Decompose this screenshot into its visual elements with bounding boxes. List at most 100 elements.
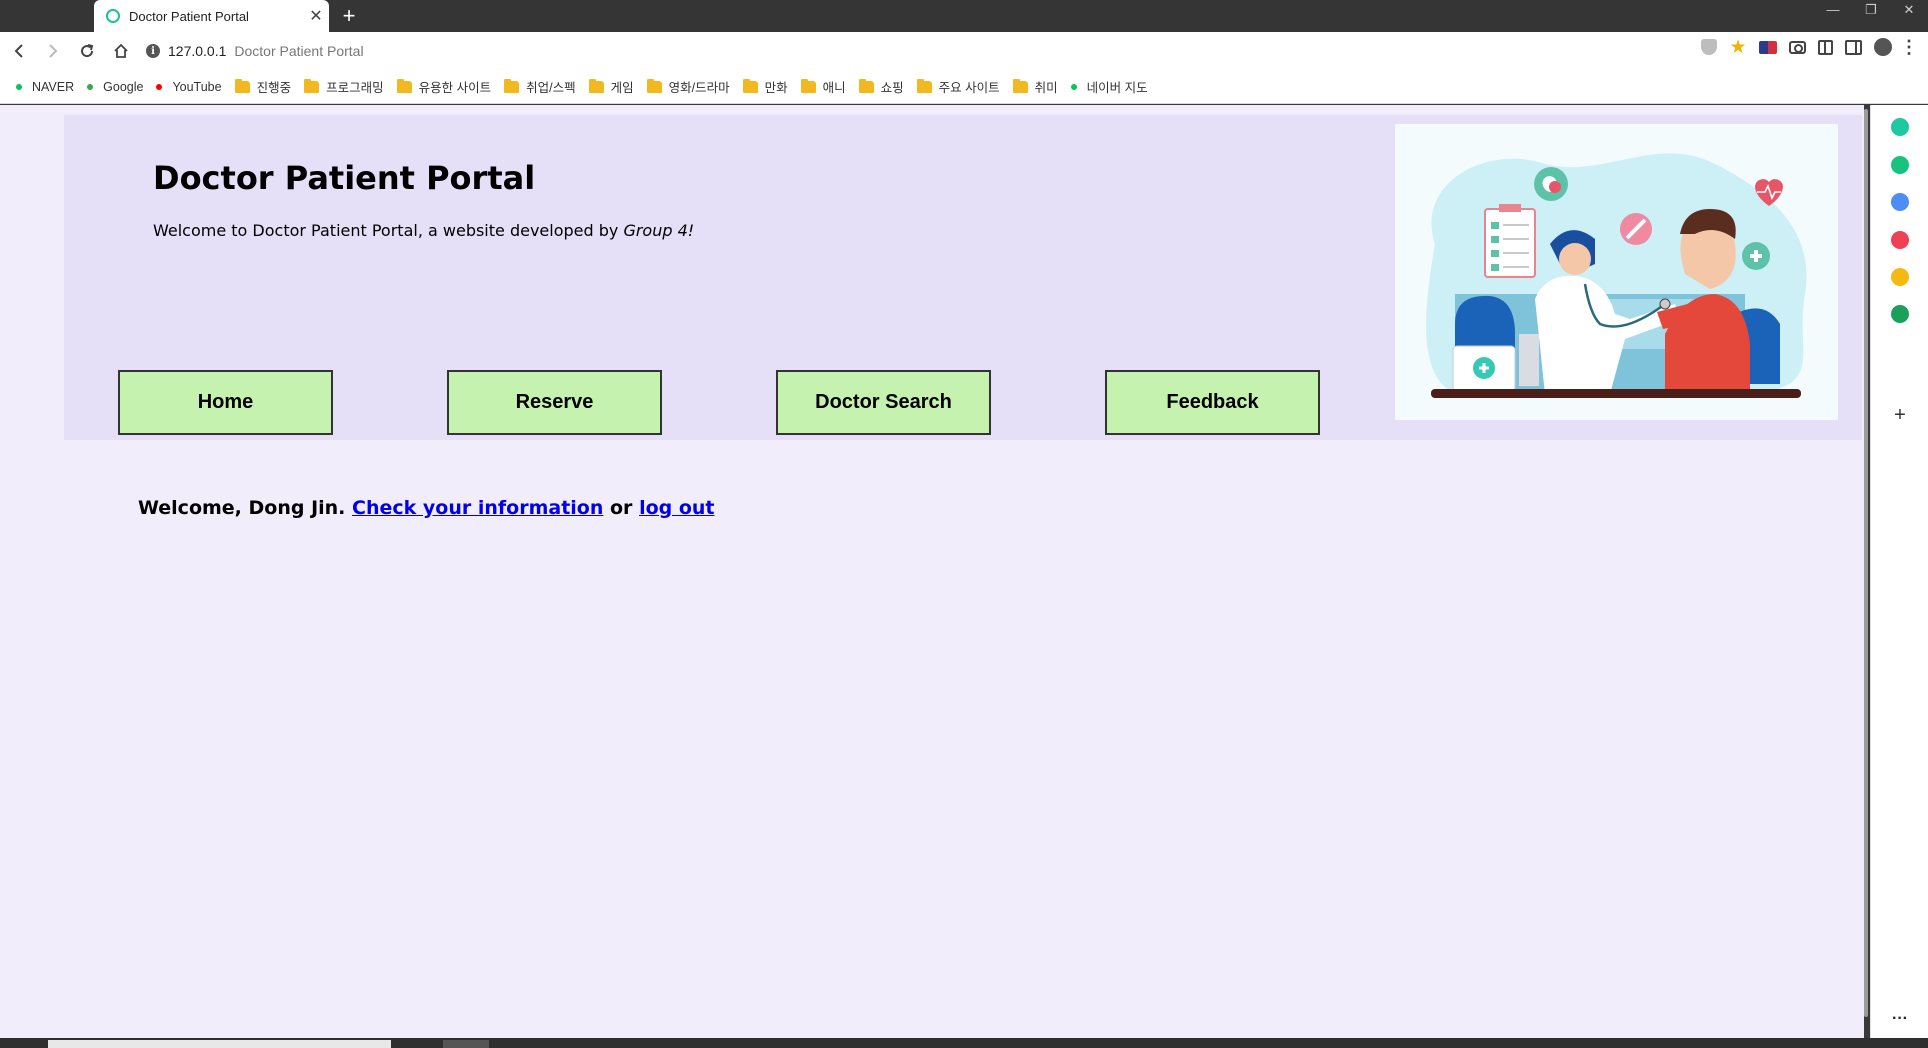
taskbar-app-2[interactable] bbox=[443, 1040, 489, 1048]
site-favicon-icon bbox=[156, 83, 163, 90]
bookmark-label: YouTube bbox=[172, 79, 222, 94]
check-information-link[interactable]: Check your information bbox=[352, 497, 603, 519]
folder-icon bbox=[742, 78, 758, 93]
welcome-message: Welcome, Dong Jin. Check your informatio… bbox=[138, 497, 715, 519]
chat-app-icon[interactable] bbox=[1891, 156, 1909, 174]
bookmarks-bar: NAVER Google YouTube 진행중 프로그래밍 유용한 사이트 취업/스펙 게임… bbox=[0, 70, 1928, 104]
bookmark-label: 네이버 지도 bbox=[1086, 81, 1148, 95]
subtitle-group: Group 4! bbox=[623, 221, 695, 240]
browser-toolbar: i 127.0.0.1 Doctor Patient Portal ★ ⋮ bbox=[0, 32, 1928, 70]
page-scrollbar[interactable] bbox=[1862, 105, 1870, 1023]
bookmark-label: 취업/스펙 bbox=[526, 81, 576, 95]
bookmark-folder[interactable]: 진행중 bbox=[234, 77, 292, 96]
bookmark-label: 진행중 bbox=[256, 81, 292, 95]
folder-icon bbox=[234, 78, 250, 93]
url-host: 127.0.0.1 bbox=[168, 43, 227, 59]
bookmark-label: 취미 bbox=[1034, 81, 1058, 95]
site-favicon-icon bbox=[1070, 83, 1077, 90]
bookmark-label: 유용한 사이트 bbox=[418, 81, 492, 95]
favorites-app-icon[interactable] bbox=[1891, 268, 1909, 286]
naver-app-icon[interactable] bbox=[1891, 118, 1909, 136]
taskbar bbox=[0, 1038, 1928, 1048]
tab-strip: Doctor Patient Portal ✕ + — ❐ ✕ bbox=[0, 0, 1928, 32]
extension-icons: ★ ⋮ bbox=[1701, 37, 1918, 58]
reserve-button[interactable]: Reserve bbox=[447, 370, 662, 435]
close-window-icon[interactable]: ✕ bbox=[1900, 2, 1918, 18]
home-button[interactable]: Home bbox=[118, 370, 333, 435]
bookmark-label: Google bbox=[103, 79, 144, 94]
folder-icon bbox=[588, 78, 604, 93]
back-icon[interactable] bbox=[4, 36, 34, 66]
reader-mode-icon[interactable] bbox=[1818, 39, 1833, 55]
bookmark-label: 애니 bbox=[822, 81, 846, 95]
doctor-search-button[interactable]: Doctor Search bbox=[776, 370, 991, 435]
more-menu-icon[interactable]: ⋮ bbox=[1900, 37, 1918, 57]
page-title: Doctor Patient Portal bbox=[153, 159, 536, 197]
bookmark-folder[interactable]: 주요 사이트 bbox=[916, 77, 1000, 96]
folder-icon bbox=[504, 78, 520, 93]
wallet-app-icon[interactable] bbox=[1891, 193, 1909, 211]
side-panel-icon[interactable] bbox=[1845, 39, 1862, 55]
bookmark-folder[interactable]: 게임 bbox=[588, 77, 634, 96]
bookmark-folder[interactable]: 취미 bbox=[1012, 77, 1058, 96]
bookmark-folder[interactable]: 애니 bbox=[800, 77, 846, 96]
bookmark-folder[interactable]: 영화/드라마 bbox=[646, 77, 730, 96]
subtitle-text: Welcome to Doctor Patient Portal, a webs… bbox=[153, 221, 624, 240]
bookmark-folder[interactable]: 쇼핑 bbox=[858, 77, 904, 96]
bookmark-folder[interactable]: 유용한 사이트 bbox=[396, 77, 492, 96]
bookmark-label: 만화 bbox=[764, 81, 788, 95]
bookmark-folder[interactable]: 프로그래밍 bbox=[304, 77, 384, 96]
forward-icon[interactable] bbox=[38, 36, 68, 66]
bookmark-folder[interactable]: 만화 bbox=[742, 77, 788, 96]
bookmark-label: 프로그래밍 bbox=[326, 81, 384, 95]
folder-icon bbox=[800, 78, 816, 93]
folder-icon bbox=[646, 78, 662, 93]
bookmark-link[interactable]: YouTube bbox=[156, 79, 222, 94]
bookmark-label: NAVER bbox=[32, 79, 75, 94]
minimize-icon[interactable]: — bbox=[1824, 2, 1842, 18]
add-sidebar-app-icon[interactable]: + bbox=[1891, 405, 1909, 425]
browser-tab[interactable]: Doctor Patient Portal ✕ bbox=[94, 0, 329, 32]
folder-icon bbox=[396, 78, 412, 93]
or-text: or bbox=[610, 497, 633, 519]
folder-icon bbox=[916, 78, 932, 93]
translate-flag-icon[interactable] bbox=[1759, 40, 1777, 54]
shield-icon[interactable] bbox=[1701, 39, 1717, 55]
new-tab-button[interactable]: + bbox=[336, 3, 362, 29]
home-icon[interactable] bbox=[106, 36, 136, 66]
reload-icon[interactable] bbox=[72, 36, 102, 66]
sidebar-more-icon[interactable]: ··· bbox=[1889, 1011, 1911, 1031]
welcome-greeting: Welcome, Dong Jin. bbox=[138, 497, 346, 519]
page-viewport: Doctor Patient Portal Welcome to Doctor … bbox=[0, 105, 1864, 1038]
camera-icon[interactable] bbox=[1789, 40, 1806, 54]
browser-sidebar: + ··· bbox=[1870, 105, 1928, 1038]
profile-avatar-icon[interactable] bbox=[1874, 38, 1892, 56]
pocket-app-icon[interactable] bbox=[1891, 231, 1909, 249]
edge-app-icon[interactable] bbox=[1891, 305, 1909, 323]
bookmark-label: 쇼핑 bbox=[880, 81, 904, 95]
address-bar[interactable]: i 127.0.0.1 Doctor Patient Portal bbox=[146, 36, 364, 66]
header-panel: Doctor Patient Portal Welcome to Doctor … bbox=[64, 115, 1862, 440]
bookmark-link[interactable]: Google bbox=[87, 80, 143, 94]
folder-icon bbox=[304, 78, 320, 93]
site-info-icon[interactable]: i bbox=[146, 44, 160, 58]
taskbar-app[interactable] bbox=[48, 1040, 391, 1048]
feedback-button[interactable]: Feedback bbox=[1105, 370, 1320, 435]
tab-title: Doctor Patient Portal bbox=[129, 8, 249, 24]
folder-icon bbox=[1012, 78, 1028, 93]
bookmark-folder[interactable]: 취업/스펙 bbox=[504, 77, 576, 96]
bookmark-star-icon[interactable]: ★ bbox=[1729, 37, 1747, 58]
site-favicon-icon bbox=[87, 83, 94, 90]
bookmark-link[interactable]: NAVER bbox=[16, 80, 74, 94]
bookmark-label: 게임 bbox=[610, 81, 634, 95]
tab-favicon-icon bbox=[106, 9, 120, 23]
logout-link[interactable]: log out bbox=[639, 497, 714, 519]
scrollbar-thumb[interactable] bbox=[1864, 109, 1868, 1017]
tab-close-icon[interactable]: ✕ bbox=[303, 6, 329, 26]
bookmark-link[interactable]: 네이버 지도 bbox=[1070, 77, 1148, 96]
folder-icon bbox=[858, 78, 874, 93]
restore-icon[interactable]: ❐ bbox=[1862, 2, 1880, 18]
bookmark-label: 영화/드라마 bbox=[668, 81, 730, 95]
url-page-title: Doctor Patient Portal bbox=[234, 43, 364, 59]
page-subtitle: Welcome to Doctor Patient Portal, a webs… bbox=[153, 221, 694, 240]
